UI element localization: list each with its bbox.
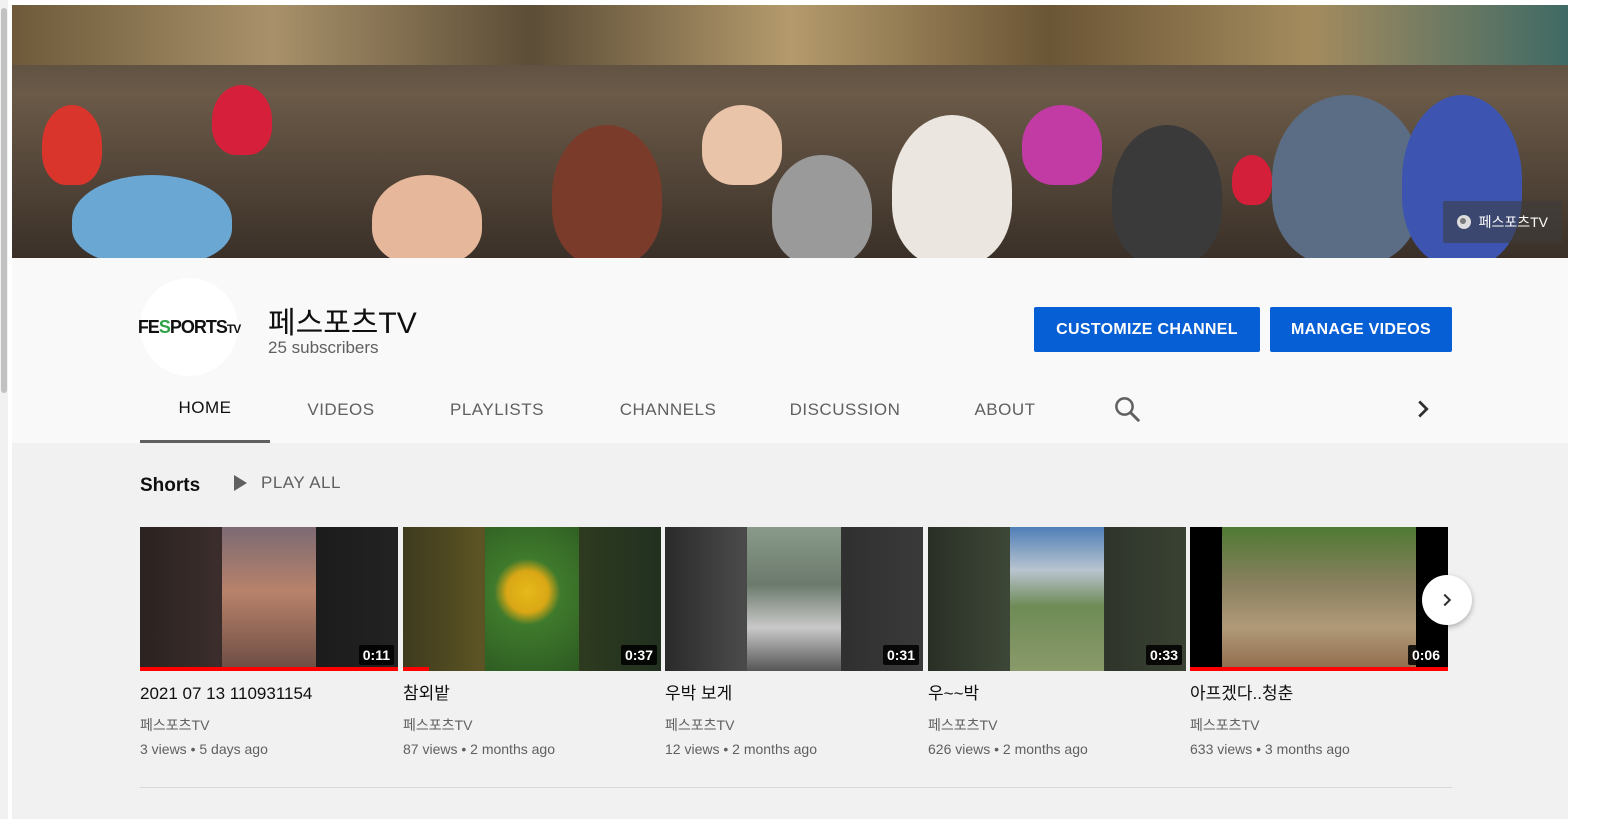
watch-progress — [140, 667, 398, 671]
video-channel[interactable]: 페스포츠TV — [665, 715, 923, 735]
chevron-right-icon — [1443, 593, 1452, 607]
video-thumbnail[interactable]: 0:11 — [140, 527, 398, 671]
video-meta: 3 views • 5 days ago — [140, 741, 268, 757]
video-card[interactable]: 0:33 우~~박 페스포츠TV 626 views • 2 months ag… — [928, 527, 1186, 757]
shelf-title[interactable]: Shorts — [140, 475, 200, 497]
globe-icon — [1456, 215, 1471, 229]
video-duration: 0:06 — [1407, 645, 1444, 665]
video-title[interactable]: 2021 07 13 110931154 — [140, 683, 398, 707]
video-meta: 12 views • 2 months ago — [665, 741, 817, 757]
tab-about[interactable]: ABOUT — [936, 376, 1074, 443]
watch-progress — [403, 667, 429, 671]
video-card[interactable]: 0:11 2021 07 13 110931154 페스포츠TV 3 views… — [140, 527, 398, 757]
banner-channel-link[interactable]: 페스포츠TV — [1442, 201, 1562, 243]
tab-channels[interactable]: CHANNELS — [582, 376, 754, 443]
page-scrollbar[interactable] — [0, 0, 8, 819]
video-channel[interactable]: 페스포츠TV — [1190, 715, 1448, 735]
video-title[interactable]: 참외밭 — [403, 683, 661, 707]
manage-videos-button[interactable]: MANAGE VIDEOS — [1270, 307, 1452, 352]
video-thumbnail[interactable]: 0:33 — [928, 527, 1186, 671]
video-meta: 626 views • 2 months ago — [928, 741, 1088, 757]
video-thumbnail[interactable]: 0:37 — [403, 527, 661, 671]
tab-videos[interactable]: VIDEOS — [270, 376, 412, 443]
play-all-button[interactable]: PLAY ALL — [234, 473, 341, 493]
video-meta: 87 views • 2 months ago — [403, 741, 555, 757]
subscriber-count: 25 subscribers — [268, 338, 379, 357]
channel-banner: 페스포츠TV — [12, 5, 1568, 258]
video-title[interactable]: 우~~박 — [928, 683, 1186, 707]
watch-progress — [1190, 667, 1448, 671]
shelf-next-button[interactable] — [1422, 575, 1472, 625]
play-all-label: PLAY ALL — [261, 473, 341, 492]
video-duration: 0:11 — [358, 645, 394, 665]
video-card[interactable]: 0:06 아프겠다..청춘 페스포츠TV 633 views • 3 month… — [1190, 527, 1448, 757]
video-card[interactable]: 0:37 참외밭 페스포츠TV 87 views • 2 months ago — [403, 527, 661, 757]
video-card[interactable]: 0:31 우박 보게 페스포츠TV 12 views • 2 months ag… — [665, 527, 923, 757]
section-divider — [140, 787, 1452, 788]
channel-name: 페스포츠TV — [268, 307, 417, 340]
video-duration: 0:33 — [1145, 645, 1182, 665]
channel-tabs: HOME VIDEOS PLAYLISTS CHANNELS DISCUSSIO… — [140, 376, 1074, 443]
video-thumbnail[interactable]: 0:06 — [1190, 527, 1448, 671]
home-content: Shorts PLAY ALL 0:11 2021 07 13 11093115… — [12, 443, 1568, 819]
tab-discussion[interactable]: DISCUSSION — [754, 376, 936, 443]
channel-avatar[interactable]: FESPORTSTV — [137, 278, 241, 376]
search-icon[interactable] — [1112, 394, 1142, 424]
banner-link-label: 페스포츠TV — [1478, 214, 1548, 230]
scrollbar-thumb[interactable] — [1, 8, 7, 393]
video-duration: 0:37 — [620, 645, 657, 665]
video-title[interactable]: 우박 보게 — [665, 683, 923, 707]
play-icon — [234, 475, 247, 491]
video-thumbnail[interactable]: 0:31 — [665, 527, 923, 671]
channel-header: FESPORTSTV 페스포츠TV 25 subscribers CUSTOMI… — [12, 258, 1568, 443]
customize-channel-button[interactable]: CUSTOMIZE CHANNEL — [1034, 307, 1260, 352]
tab-home[interactable]: HOME — [140, 376, 270, 443]
channel-logo: FESPORTSTV — [137, 316, 241, 337]
video-duration: 0:31 — [882, 645, 919, 665]
video-title[interactable]: 아프겠다..청춘 — [1190, 683, 1448, 707]
chevron-right-icon[interactable] — [1408, 394, 1438, 424]
tab-playlists[interactable]: PLAYLISTS — [412, 376, 582, 443]
video-channel[interactable]: 페스포츠TV — [928, 715, 1186, 735]
video-channel[interactable]: 페스포츠TV — [403, 715, 661, 735]
video-meta: 633 views • 3 months ago — [1190, 741, 1350, 757]
video-channel[interactable]: 페스포츠TV — [140, 715, 398, 735]
